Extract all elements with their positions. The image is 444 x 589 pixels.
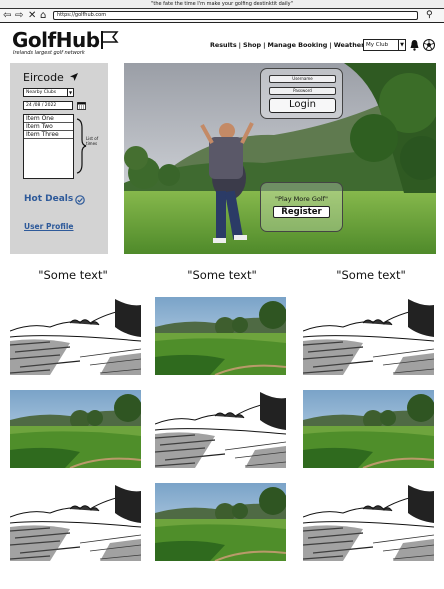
eircode-label: Eircode [23,71,64,84]
course-sketch-image [10,483,141,561]
register-button[interactable]: Register [273,206,330,218]
forward-arrow-icon[interactable]: ⇨ [15,10,23,21]
nav-results[interactable]: Results [210,41,237,49]
times-list: Item One Item Two Item Three [23,114,74,179]
course-sketch-image [303,483,434,561]
calendar-icon[interactable] [77,101,86,110]
window-title: "the fate the time I'm make your golfing… [0,0,444,9]
list-item[interactable]: Item Two [24,123,73,131]
login-button[interactable]: Login [269,98,336,113]
content-heading: "Some text" [336,268,406,282]
site-logo[interactable]: GolfHub [12,28,100,52]
register-panel: "Play More Golf" Register [260,182,343,232]
hot-deals-link[interactable]: Hot Deals [24,194,73,204]
brace-annotation [76,118,87,174]
course-photo-image [10,390,141,468]
list-item[interactable]: Item Three [24,131,73,139]
nav-weather[interactable]: Weather [334,41,365,49]
course-photo-image [155,483,286,561]
nav-separator: | [263,41,266,49]
nearby-clubs-value: Nearby Clubs [26,90,57,95]
date-input[interactable]: 24 /08 / 2022 [23,101,73,110]
flag-icon [101,31,119,49]
my-club-select[interactable]: My Club ▼ [363,39,406,51]
back-arrow-icon[interactable]: ⇦ [3,10,11,21]
url-bar[interactable]: https://golfhub.com [53,11,418,20]
list-item[interactable]: Item One [24,115,73,123]
list-note: List of times [86,136,99,146]
user-avatar-icon[interactable] [423,39,435,51]
password-field[interactable]: Password [269,87,336,95]
course-sketch-image [303,297,434,375]
nav-shop[interactable]: Shop [243,41,261,49]
nav-manage-booking[interactable]: Manage Booking [267,41,327,49]
close-icon[interactable]: ✕ [28,10,36,21]
content-heading: "Some text" [187,268,257,282]
nav-separator: | [329,41,332,49]
sidebar-panel: Eircode Nearby Clubs ▼ 24 /08 / 2022 Ite… [10,63,108,254]
login-panel: Username Password Login [260,68,343,119]
tagline: Irelands largest golf network [13,50,85,56]
check-circle-icon [75,195,85,205]
bell-icon[interactable] [409,39,420,51]
search-icon[interactable]: ⚲ [426,10,433,21]
course-sketch-image [10,297,141,375]
nearby-clubs-select[interactable]: Nearby Clubs ▼ [23,88,74,97]
user-profile-link[interactable]: User Profile [24,222,74,231]
course-sketch-image [155,390,286,468]
home-icon[interactable]: ⌂ [40,10,46,21]
top-navigation: Results|Shop|Manage Booking|Weather↯ [210,41,370,49]
chevron-down-icon: ▼ [67,89,73,96]
content-heading: "Some text" [38,268,108,282]
username-field[interactable]: Username [269,75,336,83]
course-photo-image [155,297,286,375]
play-more-text: "Play More Golf" [275,195,328,203]
course-photo-image [303,390,434,468]
chevron-down-icon: ▼ [398,40,405,50]
nav-separator: | [238,41,242,49]
browser-toolbar: ⇦ ⇨ ✕ ⌂ https://golfhub.com ⚲ [0,9,444,23]
location-arrow-icon[interactable] [69,72,79,82]
my-club-value: My Club [366,42,389,48]
